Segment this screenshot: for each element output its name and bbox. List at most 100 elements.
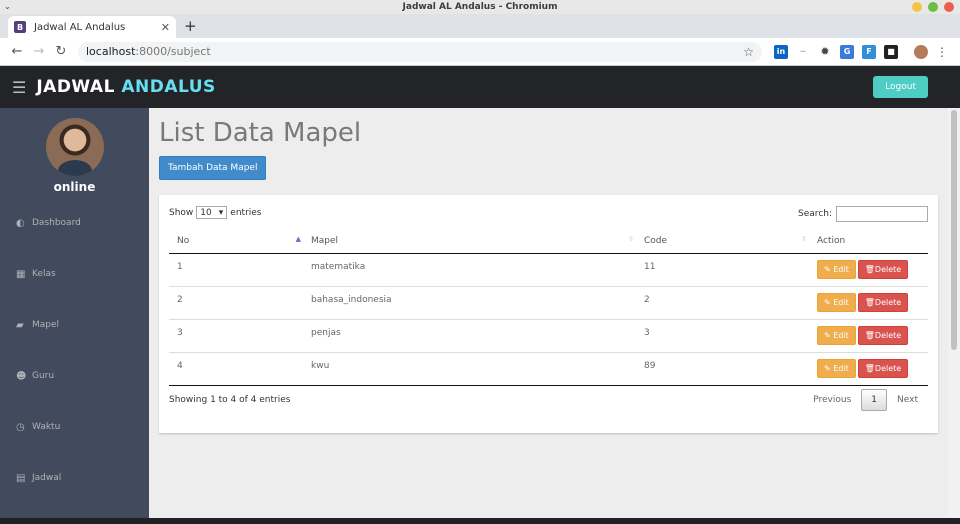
edit-icon: ✎ [824,298,831,307]
cell-mapel: bahasa_indonesia [303,285,636,319]
column-header-mapel[interactable]: Mapel ⇳ [303,229,636,254]
address-bar-row: ← → ↻ i localhost:8000/subject ☆ in ~ ✹ … [0,38,960,212]
edit-icon: ✎ [824,265,831,274]
tab-strip: B Jadwal AL Andalus ✕ + [0,14,960,38]
sidebar-item-label: Mapel [32,320,60,330]
book-icon: ▰ [16,320,24,331]
page-scrollbar[interactable] [948,108,960,518]
cell-no: 2 [169,285,303,319]
calendar-icon: ▤ [16,473,26,484]
sidebar-item-label: Waktu [32,422,61,432]
close-window-button[interactable] [944,2,954,12]
column-header-no[interactable]: No ▲ [169,229,303,254]
edit-button[interactable]: ✎ Edit [817,260,856,279]
profile-avatar-icon[interactable] [914,44,928,59]
maximize-button[interactable] [928,2,938,12]
cell-mapel: penjas [303,318,636,352]
reload-icon[interactable]: ↻ [50,44,72,59]
translate-extension-icon[interactable]: G [840,44,854,59]
close-tab-icon[interactable]: ✕ [161,21,170,34]
sort-both-icon: ⇳ [801,235,807,243]
scrollbar-thumb[interactable] [951,110,957,350]
minimize-button[interactable] [912,2,922,12]
sidebar-item-guru[interactable]: ☻ Guru [0,371,149,422]
cell-no: 1 [177,261,183,272]
sidebar-item-label: Guru [32,371,55,381]
entries-select[interactable]: 10 ▾ [196,206,228,219]
browser-tab[interactable]: B Jadwal AL Andalus ✕ [8,16,176,38]
add-mapel-button[interactable]: Tambah Data Mapel [159,156,267,180]
trash-icon: 🗑 [864,298,875,307]
cell-code: 2 [636,285,809,319]
users-icon: ☻ [16,371,27,382]
sidebar-item-mapel[interactable]: ▰ Mapel [0,320,149,371]
search-input[interactable] [836,206,928,222]
logout-button[interactable]: Logout [873,76,928,98]
cell-mapel: kwu [303,351,636,386]
table-search: Search: [798,206,928,222]
search-label: Search: [798,209,832,219]
hamburger-menu-icon[interactable]: ☰ [12,78,26,97]
edit-icon: ✎ [824,364,831,373]
edit-button[interactable]: ✎ Edit [817,293,856,312]
show-label: Show [169,207,194,218]
browser-menu-icon[interactable]: ⋮ [936,45,948,59]
column-header-code[interactable]: Code ⇳ [636,229,809,254]
table-row: 3 penjas 3 ✎ Edit 🗑Delete [169,318,928,352]
linkedin-extension-icon[interactable]: in [774,44,788,59]
edit-button[interactable]: ✎ Edit [817,359,856,378]
cube-extension-icon[interactable]: ■ [884,44,898,59]
new-tab-icon[interactable]: + [184,17,197,35]
sort-asc-icon: ▲ [295,235,301,243]
sidebar-item-dashboard[interactable]: ◐ Dashboard [0,218,149,269]
data-table-panel: Show 10 ▾ entries Search: No ▲ Mapel ⇳ Code… [159,195,938,433]
previous-page-button[interactable]: Previous [803,390,861,410]
forward-icon[interactable]: → [28,44,50,59]
main-content: List Data Mapel Tambah Data Mapel Show 1… [149,108,948,518]
delete-button[interactable]: 🗑Delete [857,326,909,345]
url-path: :8000/subject [135,45,211,58]
sidebar-item-waktu[interactable]: ◷ Waktu [0,422,149,473]
cell-code: 3 [636,318,809,352]
app-header: ☰ JADWAL ANDALUS Logout [0,66,960,108]
os-titlebar: ⌄ Jadwal AL Andalus - Chromium [0,0,960,14]
delete-button[interactable]: 🗑Delete [857,260,909,279]
delete-button[interactable]: 🗑Delete [857,359,909,378]
flag-extension-icon[interactable]: F [862,44,876,59]
sidebar: online ◐ Dashboard ▦ Kelas ▰ Mapel ☻ Guru ◷ W… [0,108,149,518]
sidebar-item-kelas[interactable]: ▦ Kelas [0,269,149,320]
trash-icon: 🗑 [864,265,875,274]
clock-icon: ◷ [16,422,25,433]
brand-logo[interactable]: JADWAL ANDALUS [36,77,215,97]
brand-part1: JADWAL [36,77,115,97]
entries-label: entries [230,207,262,218]
entries-length-control: Show 10 ▾ entries [169,206,262,219]
edit-button[interactable]: ✎ Edit [817,326,856,345]
bookmark-star-icon[interactable]: ☆ [743,45,754,59]
chevron-down-icon[interactable]: ⌄ [4,0,11,14]
next-page-button[interactable]: Next [887,390,928,410]
sort-both-icon: ⇳ [628,235,634,243]
back-icon[interactable]: ← [6,44,28,59]
trash-icon: 🗑 [864,331,875,340]
page-1-button[interactable]: 1 [861,389,888,411]
sidebar-item-label: Dashboard [32,218,81,228]
gear-extension-icon[interactable]: ✹ [818,44,832,59]
wave-extension-icon[interactable]: ~ [796,44,810,59]
entries-select-value: 10 [200,207,212,218]
cell-code: 11 [644,261,656,272]
brand-part2: ANDALUS [121,77,216,97]
tab-title: Jadwal AL Andalus [34,21,126,33]
sidebar-item-jadwal[interactable]: ▤ Jadwal [0,473,149,524]
sidebar-menu: ◐ Dashboard ▦ Kelas ▰ Mapel ☻ Guru ◷ Waktu ▤ J… [0,218,149,524]
delete-button[interactable]: 🗑Delete [857,293,909,312]
table-row: 4 kwu 89 ✎ Edit 🗑Delete [169,351,928,386]
th-large-icon: ▦ [16,269,26,280]
trash-icon: 🗑 [864,364,875,373]
cell-no: 3 [169,318,303,352]
mapel-table: No ▲ Mapel ⇳ Code ⇳ Action 1 matematika 11 … [169,229,928,386]
url-bar[interactable]: i localhost:8000/subject ☆ [10,41,762,212]
sidebar-item-label: Kelas [32,269,56,279]
edit-icon: ✎ [824,331,831,340]
column-header-action: Action [809,229,928,254]
